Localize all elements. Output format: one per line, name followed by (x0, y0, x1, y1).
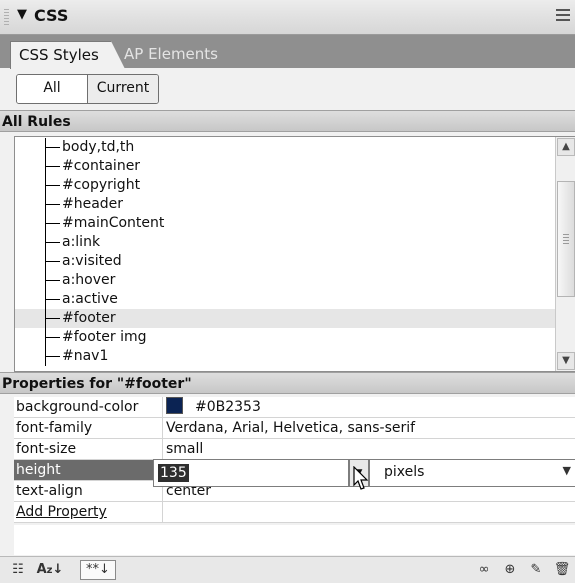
unit-label: pixels (384, 464, 425, 480)
property-name: font-family (16, 420, 93, 436)
chevron-down-icon: ▼ (562, 464, 571, 477)
rule-item[interactable]: #nav1 (15, 347, 555, 366)
scroll-down-arrow-icon[interactable]: ▼ (557, 352, 575, 370)
rule-item[interactable]: a:visited (15, 252, 555, 271)
panel-titlebar[interactable]: ▼ CSS (0, 0, 575, 35)
css-panel: ▼ CSS CSS Styles AP Elements All Current… (0, 0, 575, 583)
rule-item[interactable]: #mainContent (15, 214, 555, 233)
panel-options-menu-icon[interactable] (556, 9, 570, 23)
new-css-rule-icon[interactable]: ⊕ (500, 560, 520, 580)
add-property-link[interactable]: Add Property (16, 502, 162, 522)
rule-label: body,td,th (62, 139, 135, 155)
rule-label: #nav1 (62, 348, 109, 364)
color-swatch[interactable] (166, 397, 183, 414)
show-set-properties-icon[interactable]: **↓ (80, 560, 116, 580)
panel-title: CSS (34, 6, 69, 25)
collapse-arrow-icon[interactable]: ▼ (17, 7, 27, 22)
rule-label: a:link (62, 234, 101, 250)
attach-style-sheet-icon[interactable]: ∞ (474, 560, 494, 580)
tab-css-styles[interactable]: CSS Styles (10, 41, 125, 69)
property-row[interactable]: background-color #0B2353 (14, 397, 575, 418)
rule-label: a:active (62, 291, 118, 307)
panel-bottom-toolbar: ☷ Az↓ **↓ ∞ ⊕ ✎ 🗑 (0, 556, 575, 583)
property-name: background-color (16, 399, 139, 415)
property-name: font-size (16, 441, 77, 457)
rule-item[interactable]: #container (15, 157, 555, 176)
rule-item[interactable]: body,td,th (15, 138, 555, 157)
all-mode-button[interactable]: All (17, 75, 88, 103)
add-property-row[interactable]: Add Property (14, 502, 575, 523)
scroll-thumb[interactable] (557, 181, 575, 297)
property-value[interactable]: small (166, 439, 203, 459)
all-rules-header[interactable]: All Rules (0, 110, 575, 132)
show-list-view-icon[interactable]: Az↓ (36, 560, 64, 580)
rule-label: #container (62, 158, 141, 174)
mouse-cursor-icon (353, 466, 369, 490)
current-mode-button[interactable]: Current (88, 75, 158, 103)
property-value[interactable]: #0B2353 (166, 397, 261, 417)
property-name: height (14, 460, 162, 480)
rule-label: #mainContent (62, 215, 165, 231)
properties-empty-area (14, 525, 575, 555)
rule-item-selected[interactable]: #footer (15, 309, 555, 328)
property-row[interactable]: font-family Verdana, Arial, Helvetica, s… (14, 418, 575, 439)
property-name: text-align (16, 483, 83, 499)
scroll-up-arrow-icon[interactable]: ▲ (557, 138, 575, 156)
rule-item[interactable]: #footer img (15, 328, 555, 347)
color-value: #0B2353 (195, 399, 261, 415)
edit-style-icon[interactable]: ✎ (526, 560, 546, 580)
panel-tabs: CSS Styles AP Elements (0, 35, 575, 69)
rules-scrollbar[interactable]: ▲ ▼ (555, 137, 575, 371)
property-row[interactable]: font-size small (14, 439, 575, 460)
property-value[interactable]: Verdana, Arial, Helvetica, sans-serif (166, 418, 415, 438)
rule-label: #footer (62, 310, 116, 326)
properties-header[interactable]: Properties for "#footer" (0, 372, 575, 394)
mode-toggle-row: All Current (0, 69, 575, 107)
panel-grip-icon[interactable] (4, 9, 9, 25)
rule-item[interactable]: a:link (15, 233, 555, 252)
unit-select[interactable]: pixels ▼ (369, 459, 575, 487)
mode-toggle: All Current (16, 74, 159, 104)
rule-item[interactable]: #header (15, 195, 555, 214)
rules-tree: body,td,th #container #copyright #header… (14, 136, 575, 372)
tab-ap-elements[interactable]: AP Elements (124, 41, 218, 68)
rules-list: body,td,th #container #copyright #header… (15, 138, 555, 366)
rule-label: #header (62, 196, 124, 212)
height-value-text: 135 (158, 464, 189, 482)
show-category-view-icon[interactable]: ☷ (8, 560, 28, 580)
rule-label: #footer img (62, 329, 147, 345)
rule-label: a:hover (62, 272, 116, 288)
height-value-input[interactable]: 135 (153, 459, 349, 487)
delete-css-rule-icon[interactable]: 🗑 (552, 560, 572, 580)
rule-label: a:visited (62, 253, 122, 269)
rule-label: #copyright (62, 177, 141, 193)
rule-item[interactable]: a:active (15, 290, 555, 309)
rule-item[interactable]: a:hover (15, 271, 555, 290)
rule-item[interactable]: #copyright (15, 176, 555, 195)
